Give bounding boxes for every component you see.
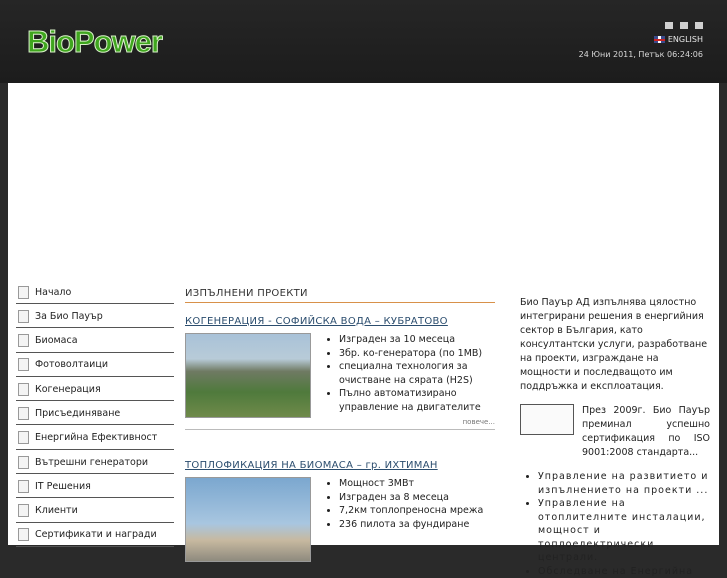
menu-item-energy-efficiency[interactable]: Енергийна Ефективност	[16, 427, 174, 450]
document-icon	[18, 383, 29, 396]
menu-item-internal-generators[interactable]: Вътрешни генератори	[16, 451, 174, 474]
projects-section: ИЗПЪЛНЕНИ ПРОЕКТИ КОГЕНЕРАЦИЯ - СОФИЙСКА…	[185, 281, 495, 562]
project-title-link[interactable]: КОГЕНЕРАЦИЯ - СОФИЙСКА ВОДА – КУБРАТОВО	[185, 316, 495, 327]
section-title: ИЗПЪЛНЕНИ ПРОЕКТИ	[185, 281, 495, 303]
language-switch[interactable]: ENGLISH	[654, 35, 703, 44]
sidebar-menu: Начало За Био Пауър Биомаса Фотоволтаици…	[16, 281, 174, 548]
menu-item-certificates[interactable]: Сертификати и награди	[16, 524, 174, 547]
menu-item-cogeneration[interactable]: Когенерация	[16, 378, 174, 401]
certification-block: През 2009г. Био Пауър преминал успешно с…	[520, 404, 710, 460]
document-icon	[18, 286, 29, 299]
menu-item-home[interactable]: Начало	[16, 281, 174, 304]
mail-icon[interactable]	[680, 22, 688, 29]
biopower-logo[interactable]: BioPower	[27, 24, 162, 60]
menu-item-clients[interactable]: Клиенти	[16, 500, 174, 523]
bullet-item: Мощност 3МВт	[339, 477, 483, 491]
sitemap-icon[interactable]	[695, 22, 703, 29]
biomass-plant-photo[interactable]	[185, 477, 311, 562]
document-icon	[18, 358, 29, 371]
bullet-item: 236 пилота за фундиране	[339, 518, 483, 532]
menu-item-it-solutions[interactable]: IT Решения	[16, 475, 174, 498]
datetime: 24 Юни 2011, Петък 06:24:06	[579, 50, 703, 59]
service-item: Управление на развитието и изпълнението …	[538, 470, 710, 497]
project-bullets: Изграден за 10 месеца 3бр. ко-генератора…	[321, 333, 495, 418]
more-link[interactable]: повече...	[185, 416, 495, 430]
header: BioPower ENGLISH 24 Юни 2011, Петък 06:2…	[0, 0, 727, 83]
menu-item-connection[interactable]: Присъединяване	[16, 402, 174, 425]
project-card: Изграден за 10 месеца 3бр. ко-генератора…	[185, 333, 495, 418]
banner-area	[8, 83, 719, 271]
document-icon	[18, 407, 29, 420]
home-icon[interactable]	[665, 22, 673, 29]
bullet-item: Изграден за 10 месеца	[339, 333, 495, 347]
about-intro: Био Пауър АД изпълнява цялостно интегрир…	[520, 296, 710, 394]
document-icon	[18, 334, 29, 347]
uk-flag-icon	[654, 36, 665, 43]
document-icon	[18, 431, 29, 444]
document-icon	[18, 456, 29, 469]
document-icon	[18, 480, 29, 493]
bullet-item: Изграден за 8 месеца	[339, 491, 483, 505]
certification-text: През 2009г. Био Пауър преминал успешно с…	[582, 404, 710, 460]
project-bullets: Мощност 3МВт Изграден за 8 месеца 7,2км …	[321, 477, 483, 562]
header-icons	[665, 22, 703, 29]
cogeneration-plant-photo[interactable]	[185, 333, 311, 418]
service-item: Обследване на Енергийна	[538, 565, 710, 578]
main-content: Начало За Био Пауър Биомаса Фотоволтаици…	[8, 271, 719, 545]
iso-certificate-logo[interactable]	[520, 404, 574, 435]
about-column: Био Пауър АД изпълнява цялостно интегрир…	[520, 296, 710, 578]
document-icon	[18, 310, 29, 323]
bullet-item: Пълно автоматизирано управление на двига…	[339, 387, 495, 414]
bullet-item: 3бр. ко-генератора (по 1MB)	[339, 347, 495, 361]
service-item: Управление на отоплителните инсталации, …	[538, 497, 710, 565]
bullet-item: 7,2км топлопреносна мрежа	[339, 504, 483, 518]
document-icon	[18, 504, 29, 517]
menu-item-photovoltaics[interactable]: Фотоволтаици	[16, 354, 174, 377]
menu-item-about[interactable]: За Био Пауър	[16, 305, 174, 328]
project-card: Мощност 3МВт Изграден за 8 месеца 7,2км …	[185, 477, 495, 562]
menu-item-biomass[interactable]: Биомаса	[16, 330, 174, 353]
bullet-item: специална технология за очистване на сяр…	[339, 360, 495, 387]
services-list: Управление на развитието и изпълнението …	[520, 470, 710, 578]
project-title-link[interactable]: ТОПЛОФИКАЦИЯ НА БИОМАСА – гр. ИХТИМАН	[185, 460, 495, 471]
document-icon	[18, 528, 29, 541]
language-label: ENGLISH	[668, 35, 703, 44]
